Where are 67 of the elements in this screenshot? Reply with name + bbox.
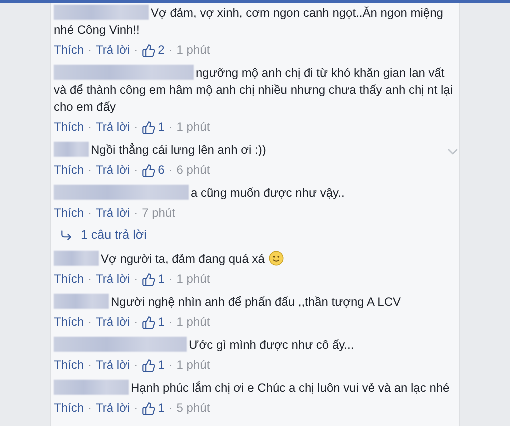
like-link[interactable]: Thích <box>54 205 84 222</box>
comment-time: 1 phút <box>176 42 210 59</box>
reply-arrow-icon <box>60 228 73 242</box>
separator-dot: · <box>88 314 92 331</box>
separator-dot: · <box>168 400 173 417</box>
separator-dot: · <box>168 271 173 288</box>
like-count[interactable]: 1 <box>142 357 165 374</box>
separator-dot: · <box>168 314 173 331</box>
separator-dot: · <box>134 271 138 288</box>
like-link[interactable]: Thích <box>54 357 84 374</box>
comment-time: 7 phút <box>142 205 176 222</box>
separator-dot: · <box>134 119 138 136</box>
separator-dot: · <box>134 357 138 374</box>
separator-dot: · <box>88 162 92 179</box>
comment-time: 1 phút <box>176 314 210 331</box>
redacted-name <box>54 294 109 309</box>
reply-link[interactable]: Trả lời <box>96 119 130 136</box>
separator-dot: · <box>134 205 138 222</box>
separator-dot: · <box>88 271 92 288</box>
comment-text: Vợ đảm, vợ xinh, cơm ngon canh ngọt..Ăn ngon miệng nhé Công Vinh!! <box>54 5 444 39</box>
comment-text: Ước gì mình được như cô ấy... <box>54 337 354 354</box>
separator-dot: · <box>134 42 138 59</box>
like-link[interactable]: Thích <box>54 42 84 59</box>
reply-link[interactable]: Trả lời <box>96 205 130 222</box>
like-count[interactable]: 1 <box>142 314 165 331</box>
like-link[interactable]: Thích <box>54 119 84 136</box>
like-count[interactable]: 1 <box>142 271 165 288</box>
reply-link[interactable]: Trả lời <box>96 162 130 179</box>
replies-link[interactable]: 1 câu trả lời <box>81 228 147 242</box>
redacted-name <box>54 142 89 157</box>
comment-text: Ngồi thẳng cái lưng lên anh ơi :)) <box>54 142 266 159</box>
separator-dot: · <box>168 162 173 179</box>
comment-time: 1 phút <box>176 271 210 288</box>
separator-dot: · <box>88 357 92 374</box>
comment-text: Hạnh phúc lắm chị ơi e Chúc a chị luôn vui vẻ và an lạc nhé <box>54 380 450 397</box>
reply-link[interactable]: Trả lời <box>96 357 130 374</box>
like-count[interactable]: 2 <box>142 42 165 59</box>
like-count[interactable]: 1 <box>142 119 165 136</box>
separator-dot: · <box>88 42 92 59</box>
like-link[interactable]: Thích <box>54 162 84 179</box>
separator-dot: · <box>168 357 173 374</box>
comment-text: Vợ người ta, đảm đang quá xá <box>54 251 284 268</box>
comment-time: 6 phút <box>176 162 210 179</box>
comment-text: Người nghệ nhìn anh để phấn đấu ,,thần tượng A LCV <box>54 294 402 311</box>
like-count[interactable]: 6 <box>142 162 165 179</box>
comment-time: 5 phút <box>176 400 210 417</box>
comment-text: a cũng muốn được như vậy.. <box>54 185 345 202</box>
comment-time: 1 phút <box>176 119 210 136</box>
separator-dot: · <box>134 314 138 331</box>
separator-dot: · <box>168 42 173 59</box>
reply-link[interactable]: Trả lời <box>96 400 130 417</box>
like-link[interactable]: Thích <box>54 314 84 331</box>
separator-dot: · <box>168 119 173 136</box>
reply-link[interactable]: Trả lời <box>96 271 130 288</box>
comment-time: 1 phút <box>176 357 210 374</box>
separator-dot: · <box>134 162 138 179</box>
separator-dot: · <box>88 400 92 417</box>
reply-link[interactable]: Trả lời <box>96 42 130 59</box>
separator-dot: · <box>88 119 92 136</box>
comment-text: ngưỡng mộ anh chị đi từ khó khăn gian lan vất và để thành công em hâm mộ anh chị nhiều nhưng chưa thấy anh chị nt lại cho em đấy <box>54 65 454 116</box>
reply-link[interactable]: Trả lời <box>96 314 130 331</box>
redacted-name <box>54 251 99 266</box>
separator-dot: · <box>88 205 92 222</box>
like-count[interactable]: 1 <box>142 400 165 417</box>
like-link[interactable]: Thích <box>54 271 84 288</box>
separator-dot: · <box>134 400 138 417</box>
like-link[interactable]: Thích <box>54 400 84 417</box>
